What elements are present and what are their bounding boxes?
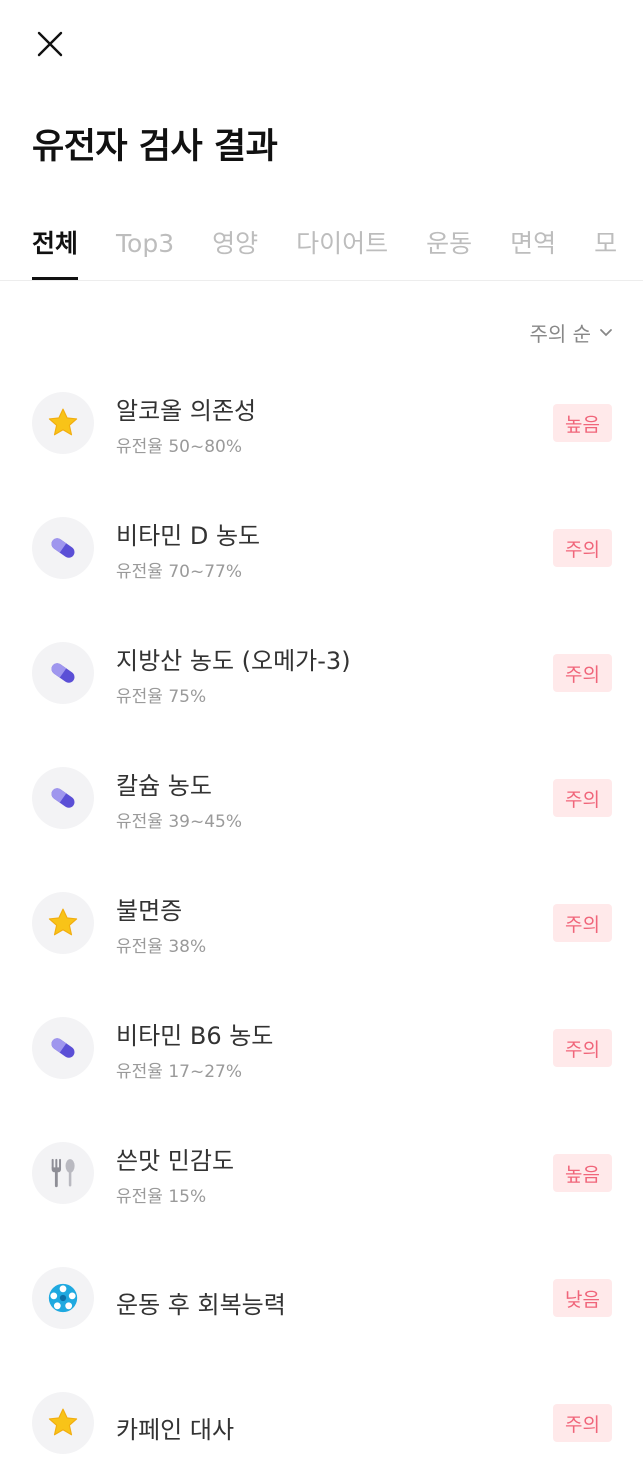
list-item[interactable]: 불면증 유전율 38% 주의 xyxy=(0,858,643,983)
item-heritability: 유전율 50~80% xyxy=(116,437,242,457)
item-name: 알코올 의존성 xyxy=(116,397,257,425)
star-icon xyxy=(48,1408,78,1436)
list-item[interactable]: 칼슘 농도 유전율 39~45% 주의 xyxy=(0,733,643,858)
result-list: 알코올 의존성 유전율 50~80% 높음 비타민 D 농도 유전율 70~77… xyxy=(0,358,643,1483)
item-name: 칼슘 농도 xyxy=(116,772,212,800)
star-icon xyxy=(48,408,78,436)
item-name: 지방산 농도 (오메가-3) xyxy=(116,647,351,675)
status-badge: 주의 xyxy=(553,654,612,692)
tab-top3[interactable]: Top3 xyxy=(116,222,174,280)
item-name: 비타민 D 농도 xyxy=(116,522,261,550)
item-icon-container xyxy=(32,517,94,579)
item-name: 불면증 xyxy=(116,897,183,925)
list-item[interactable]: 비타민 B6 농도 유전율 17~27% 주의 xyxy=(0,983,643,1108)
list-item[interactable]: 운동 후 회복능력 낮음 xyxy=(0,1233,643,1358)
status-badge: 주의 xyxy=(553,1404,612,1442)
page-title: 유전자 검사 결과 xyxy=(32,127,278,167)
item-icon-container xyxy=(32,1142,94,1204)
status-badge: 주의 xyxy=(553,529,612,567)
pill-icon xyxy=(51,538,75,558)
item-name: 쓴맛 민감도 xyxy=(116,1147,235,1175)
sort-dropdown[interactable]: 주의 순 xyxy=(529,318,613,347)
pill-icon xyxy=(51,663,75,683)
status-badge: 주의 xyxy=(553,904,612,942)
item-heritability: 유전율 15% xyxy=(116,1187,207,1207)
soccer-ball-icon xyxy=(48,1283,78,1313)
list-item[interactable]: 알코올 의존성 유전율 50~80% 높음 xyxy=(0,358,643,483)
item-icon-container xyxy=(32,767,94,829)
item-heritability: 유전율 17~27% xyxy=(116,1062,242,1082)
item-name: 운동 후 회복능력 xyxy=(116,1291,286,1319)
close-icon xyxy=(37,31,63,57)
sort-label: 주의 순 xyxy=(529,322,591,346)
tab-nutrition[interactable]: 영양 xyxy=(212,222,258,280)
item-icon-container xyxy=(32,892,94,954)
status-badge: 낮음 xyxy=(553,1279,612,1317)
close-button[interactable] xyxy=(32,26,68,62)
tab-immunity[interactable]: 면역 xyxy=(510,222,556,280)
list-item[interactable]: 카페인 대사 주의 xyxy=(0,1358,643,1483)
status-badge: 주의 xyxy=(553,779,612,817)
utensils-icon xyxy=(51,1158,75,1188)
item-name: 비타민 B6 농도 xyxy=(116,1022,274,1050)
status-badge: 높음 xyxy=(553,1154,612,1192)
chevron-down-icon xyxy=(600,328,612,336)
pill-icon xyxy=(51,1038,75,1058)
tab-exercise[interactable]: 운동 xyxy=(426,222,472,280)
star-icon xyxy=(48,908,78,936)
list-item[interactable]: 쓴맛 민감도 유전율 15% 높음 xyxy=(0,1108,643,1233)
pill-icon xyxy=(51,788,75,808)
item-heritability: 유전율 70~77% xyxy=(116,562,242,582)
item-heritability: 유전율 38% xyxy=(116,937,207,957)
item-heritability: 유전율 39~45% xyxy=(116,812,242,832)
tab-all[interactable]: 전체 xyxy=(32,222,79,280)
item-icon-container xyxy=(32,1392,94,1454)
item-icon-container xyxy=(32,1267,94,1329)
item-heritability: 유전율 75% xyxy=(116,687,207,707)
status-badge: 주의 xyxy=(553,1029,612,1067)
status-badge: 높음 xyxy=(553,404,612,442)
item-icon-container xyxy=(32,1017,94,1079)
list-item[interactable]: 지방산 농도 (오메가-3) 유전율 75% 주의 xyxy=(0,608,643,733)
item-icon-container xyxy=(32,392,94,454)
category-tabs: 전체 Top3 영양 다이어트 운동 면역 모 xyxy=(0,222,643,281)
item-icon-container xyxy=(32,642,94,704)
list-item[interactable]: 비타민 D 농도 유전율 70~77% 주의 xyxy=(0,483,643,608)
tab-diet[interactable]: 다이어트 xyxy=(296,222,388,280)
tab-more[interactable]: 모 xyxy=(594,222,617,280)
